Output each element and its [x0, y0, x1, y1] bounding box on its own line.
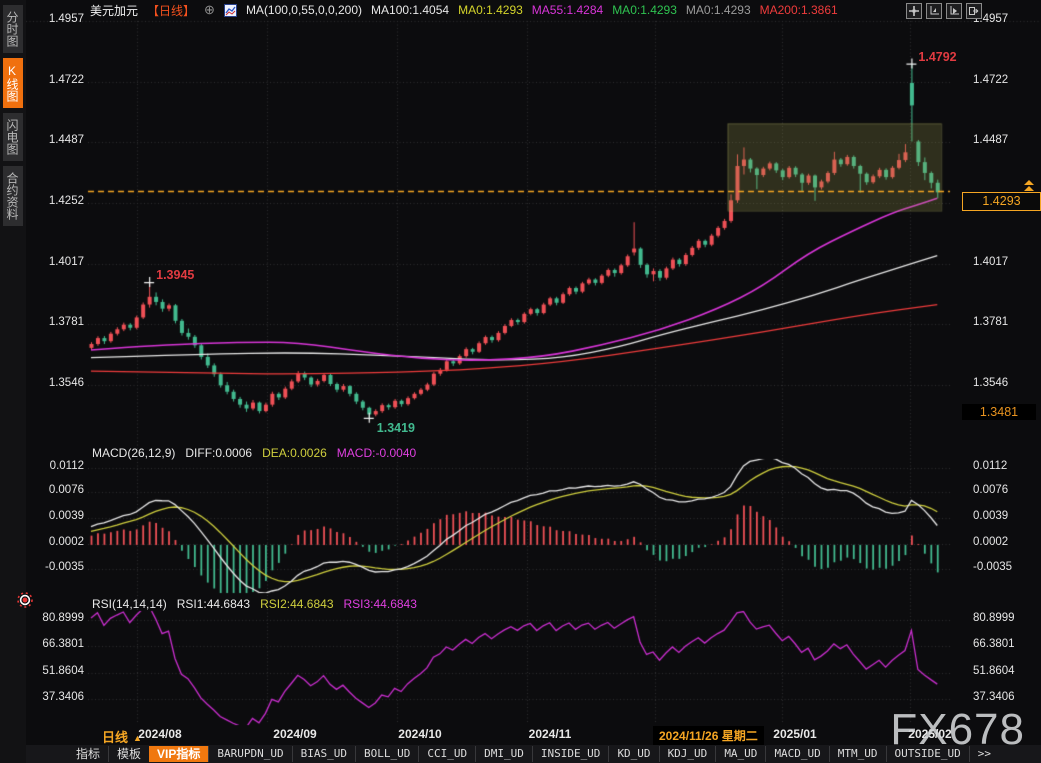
chart-canvas[interactable] — [0, 0, 1041, 763]
month-label: 2024/09 — [250, 727, 340, 741]
indicator-target-icon[interactable] — [17, 592, 33, 613]
pan-tool-icon[interactable] — [906, 3, 922, 19]
price-axis-label: 1.4722 — [973, 74, 1008, 86]
month-label: 2024/11 — [505, 727, 595, 741]
toolbar-item-bias-ud[interactable]: BIAS_UD — [292, 746, 355, 762]
price-axis-label: 1.3546 — [24, 377, 84, 389]
toolbar-item-cci-ud[interactable]: CCI_UD — [418, 746, 475, 762]
macd-axis-label: 0.0039 — [973, 510, 1008, 522]
price-annotation: 1.3945 — [156, 268, 194, 282]
chart-type-sidebar: 分时图 K线图闪电图合约资料 — [0, 0, 26, 763]
macd-diff-value: DIFF:0.0006 — [185, 446, 252, 460]
price-axis-label: 1.4487 — [973, 134, 1008, 146]
rsi3-value: RSI3:44.6843 — [344, 597, 417, 611]
chart-title-bar: 美元加元 【日线】 ⊕ MA(100,0,55,0,0,200) MA100:1… — [90, 2, 838, 18]
macd-axis-label: 0.0039 — [24, 510, 84, 522]
price-axis-label: 1.4722 — [24, 74, 84, 86]
macd-axis-label: 0.0076 — [973, 484, 1008, 496]
circle-plus-icon[interactable]: ⊕ — [204, 2, 215, 18]
rsi-axis-label: 66.3801 — [24, 638, 84, 650]
toolbar-item--[interactable]: 指标 — [68, 746, 108, 762]
rsi-axis-label: 37.3406 — [24, 691, 84, 703]
price-axis-label: 1.3546 — [973, 377, 1008, 389]
toolbar-item--[interactable]: 模板 — [108, 746, 149, 762]
rsi-title: RSI(14,14,14) — [92, 597, 167, 611]
macd-axis-label: -0.0035 — [24, 561, 84, 573]
ma-value-label: MA100:1.4054 — [371, 3, 449, 17]
month-label: 2024/10 — [375, 727, 465, 741]
rsi-axis-label: 51.8604 — [973, 665, 1015, 677]
price-up-arrow-icon — [1024, 180, 1034, 192]
ma-value-label: MA0:1.4293 — [458, 3, 523, 17]
exit-chart-icon[interactable] — [966, 3, 982, 19]
price-axis-label: 1.4957 — [24, 13, 84, 25]
sidebar-tab-4[interactable]: 合约资料 — [3, 166, 23, 226]
watermark: FX678 — [890, 705, 1025, 755]
price-axis-label: 1.4487 — [24, 134, 84, 146]
date-axis: 日线▲ 2024/082024/092024/102024/112025/012… — [26, 726, 1041, 744]
toolbar-item-vip-[interactable]: VIP指标 — [149, 746, 208, 762]
toolbar-item-kd-ud[interactable]: KD_UD — [608, 746, 658, 762]
low-price-tag: 1.3481 — [962, 404, 1036, 420]
rsi-axis-label: 66.3801 — [973, 638, 1015, 650]
price-axis-label: 1.4252 — [24, 195, 84, 207]
trading-app-window: 分时图 K线图闪电图合约资料 美元加元 【日线】 ⊕ MA(100,0,55,0,… — [0, 0, 1041, 763]
rsi2-value: RSI2:44.6843 — [260, 597, 333, 611]
macd-axis-label: 0.0002 — [24, 536, 84, 548]
macd-axis-label: 0.0112 — [24, 460, 84, 472]
highlighted-date-label: 2024/11/26 星期二 — [653, 726, 764, 745]
axis-zoom-right-icon[interactable] — [946, 3, 962, 19]
rsi-axis-label: 80.8999 — [973, 612, 1015, 624]
macd-axis-label: 0.0112 — [973, 460, 1007, 472]
rsi-axis-label: 51.8604 — [24, 665, 84, 677]
price-annotation: 1.4792 — [918, 50, 956, 64]
toolbar-item-dmi-ud[interactable]: DMI_UD — [475, 746, 532, 762]
macd-dea-value: DEA:0.0026 — [262, 446, 327, 460]
ma-value-label: MA0:1.4293 — [686, 3, 751, 17]
indicator-chart-icon[interactable] — [224, 4, 237, 17]
macd-axis-label: 0.0002 — [973, 536, 1008, 548]
rsi-panel-header: RSI(14,14,14) RSI1:44.6843 RSI2:44.6843 … — [92, 597, 417, 611]
macd-title: MACD(26,12,9) — [92, 446, 175, 460]
indicator-toolbar: 指标模板VIP指标BARUPDN_UDBIAS_UDBOLL_UDCCI_UDD… — [26, 745, 1041, 763]
price-axis-label: 1.4017 — [973, 256, 1008, 268]
toolbar-item-inside-ud[interactable]: INSIDE_UD — [532, 746, 609, 762]
toolbar-item-barupdn-ud[interactable]: BARUPDN_UD — [208, 746, 291, 762]
price-axis-label: 1.3781 — [973, 316, 1008, 328]
rsi-axis-label: 80.8999 — [24, 612, 84, 624]
ma-value-label: MA0:1.4293 — [612, 3, 677, 17]
price-axis-label: 1.3781 — [24, 316, 84, 328]
toolbar-item-macd-ud[interactable]: MACD_UD — [765, 746, 828, 762]
ma-value-label: MA55:1.4284 — [532, 3, 603, 17]
macd-axis-label: 0.0076 — [24, 484, 84, 496]
chart-window-tools — [906, 3, 982, 19]
toolbar-item-boll-ud[interactable]: BOLL_UD — [355, 746, 418, 762]
toolbar-item-kdj-ud[interactable]: KDJ_UD — [659, 746, 716, 762]
ma-value-label: MA200:1.3861 — [760, 3, 838, 17]
toolbar-item-mtm-ud[interactable]: MTM_UD — [829, 746, 886, 762]
month-label: 2024/08 — [115, 727, 205, 741]
price-axis-label: 1.4017 — [24, 256, 84, 268]
macd-panel-header: MACD(26,12,9) DIFF:0.0006 DEA:0.0026 MAC… — [92, 446, 416, 460]
axis-zoom-left-icon[interactable] — [926, 3, 942, 19]
price-annotation: 1.3419 — [377, 421, 415, 435]
rsi1-value: RSI1:44.6843 — [177, 597, 250, 611]
rsi-axis-label: 37.3406 — [973, 691, 1015, 703]
macd-macd-value: MACD:-0.0040 — [337, 446, 416, 460]
symbol-name: 美元加元 — [90, 2, 138, 19]
current-price-tag: 1.4293 — [962, 192, 1041, 211]
period-tag[interactable]: 【日线】 — [147, 2, 195, 19]
toolbar-item-ma-ud[interactable]: MA_UD — [715, 746, 765, 762]
sidebar-tab-3[interactable]: 闪电图 — [3, 113, 23, 161]
sidebar-tab-2[interactable]: K线图 — [3, 58, 23, 108]
ma-settings-label: MA(100,0,55,0,0,200) — [246, 3, 362, 17]
ma-legend: MA100:1.4054 MA0:1.4293 MA55:1.4284 MA0:1.4… — [371, 3, 838, 17]
macd-axis-label: -0.0035 — [973, 561, 1012, 573]
sidebar-tab-1[interactable]: 分时图 — [3, 5, 23, 53]
